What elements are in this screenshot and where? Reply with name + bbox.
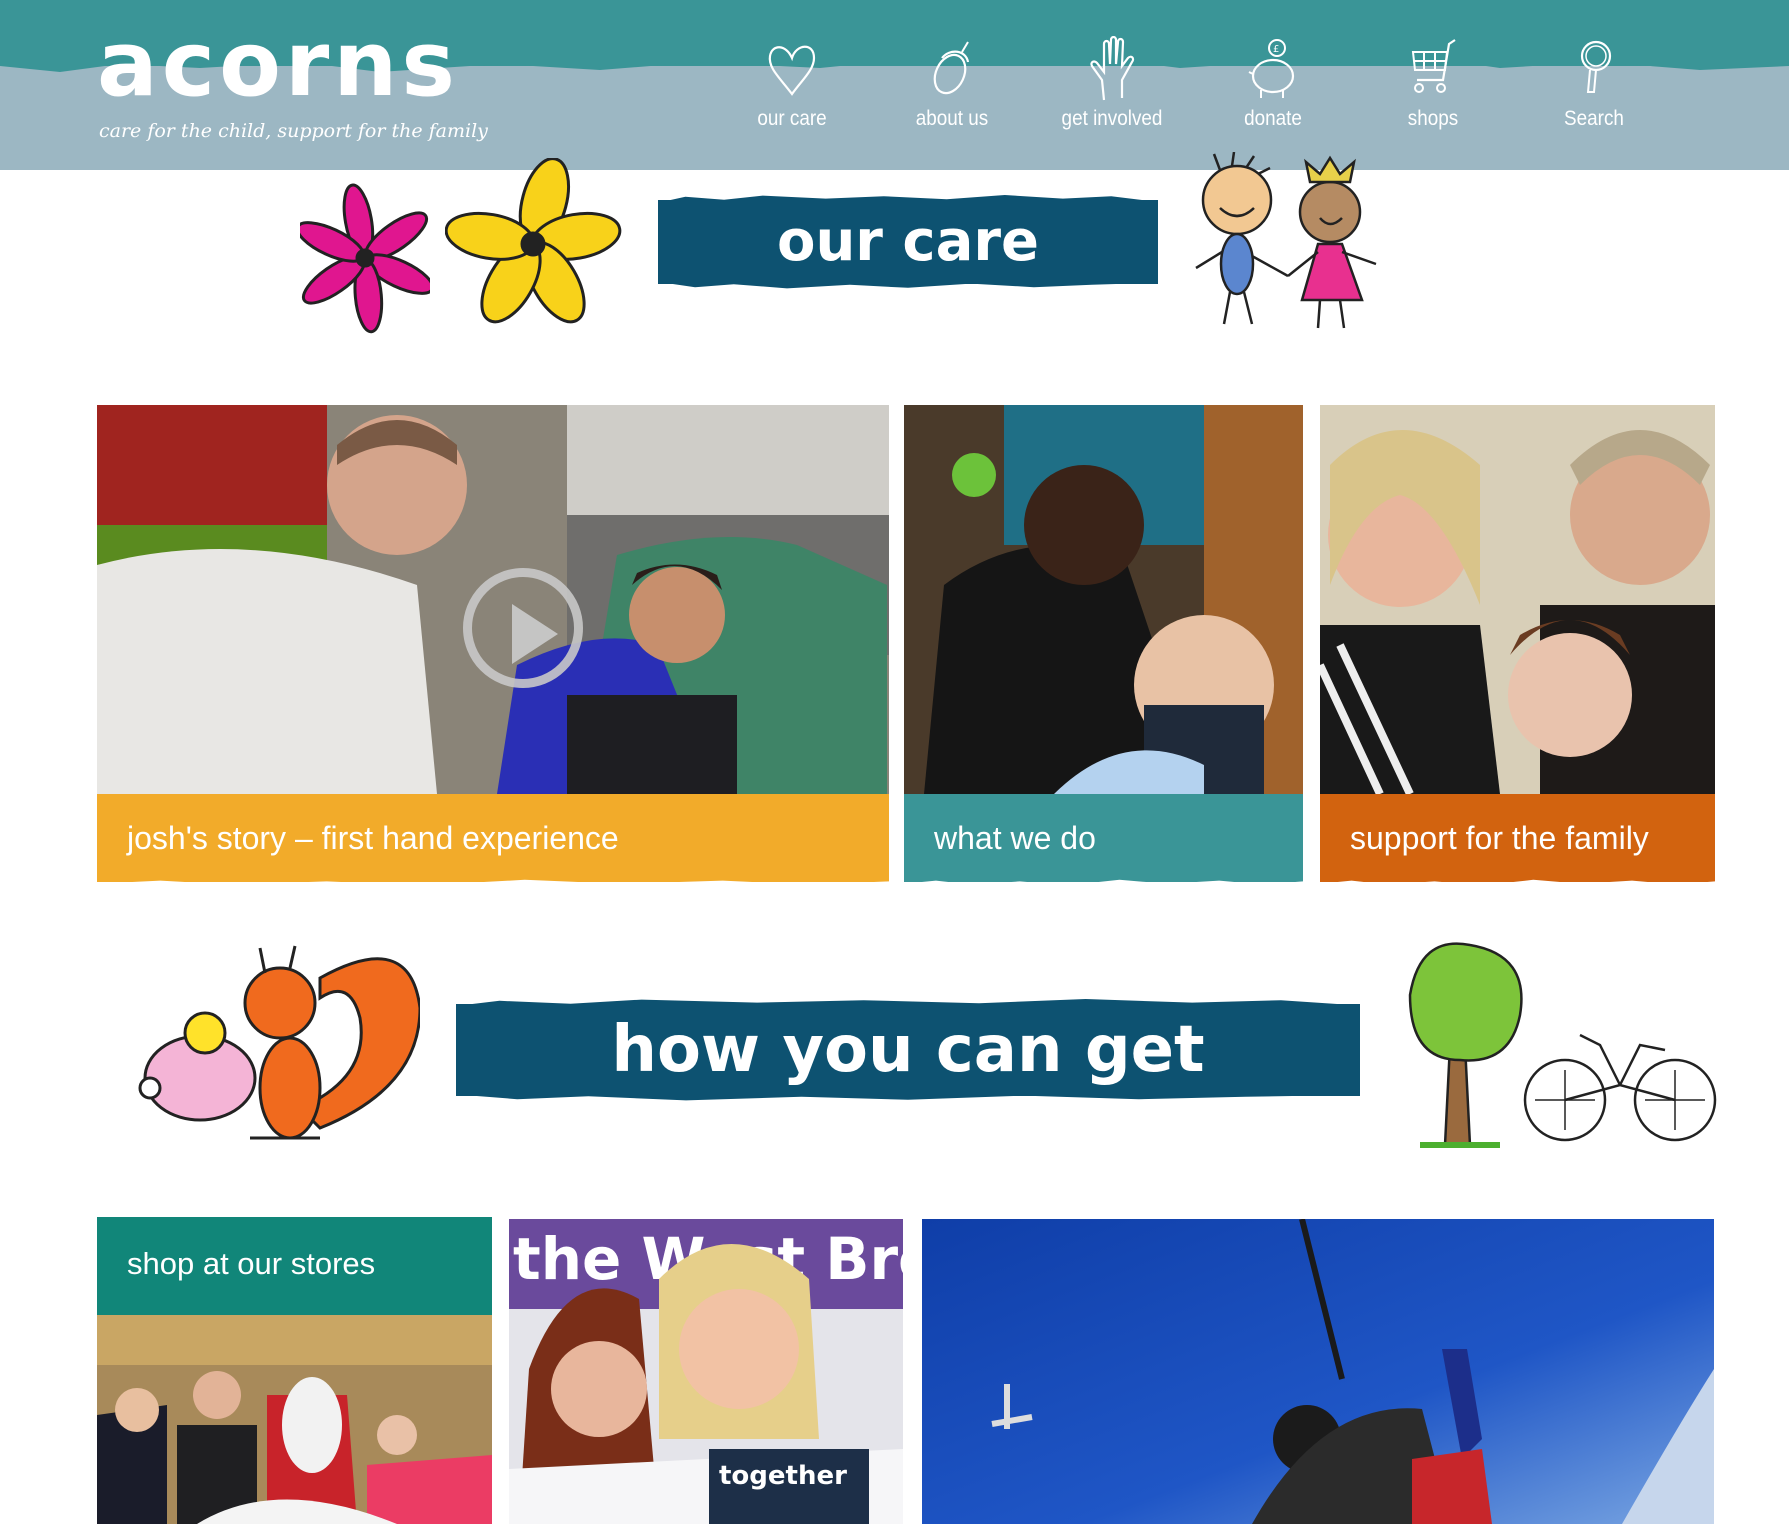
our-care-heading: our care <box>658 200 1158 284</box>
site-header: acorns care for the child, support for t… <box>0 0 1789 170</box>
acorn-icon <box>933 41 970 95</box>
card-skydive[interactable] <box>922 1219 1714 1524</box>
nav-label: about us <box>915 107 989 130</box>
card-caption: what we do <box>904 794 1303 882</box>
nav-donate[interactable]: £ donate <box>1198 36 1348 148</box>
yellow-flower-illustration <box>445 158 622 324</box>
nav-about-us[interactable]: about us <box>877 36 1027 148</box>
card-store-staff[interactable]: the West Brom together <box>509 1219 903 1524</box>
nav-our-care[interactable]: our care <box>717 36 867 148</box>
svg-text:£: £ <box>1273 44 1279 55</box>
stick-children-illustration <box>1195 152 1377 329</box>
nav-label: shops <box>1407 107 1459 130</box>
nav-label: donate <box>1244 107 1302 130</box>
nav-label: get involved <box>1061 107 1163 130</box>
store-staff-photo: the West Brom together <box>509 1219 903 1524</box>
hand-icon <box>1090 36 1135 101</box>
nav-get-involved[interactable]: get involved <box>1037 36 1187 148</box>
nav-label: our care <box>757 107 827 130</box>
video-play-button[interactable] <box>463 568 583 688</box>
tree-bicycle-illustration <box>1408 942 1717 1148</box>
squirrel-piggy-bank-illustration <box>138 945 420 1140</box>
get-involved-heading: how you can get involved <box>456 1004 1360 1179</box>
magnifier-icon <box>1580 40 1612 93</box>
nav-shops[interactable]: shops <box>1358 36 1508 148</box>
main-nav: our care about us get involved £ donate <box>0 36 1789 156</box>
card-joshs-story[interactable]: josh's story – first hand experience <box>97 405 889 887</box>
card-shop-at-our-stores[interactable]: shop at our stores <box>97 1217 492 1524</box>
nav-label: Search <box>1564 107 1624 130</box>
card-caption: shop at our stores <box>97 1217 492 1315</box>
support-family-photo <box>1320 405 1715 794</box>
skydive-photo <box>922 1219 1714 1524</box>
what-we-do-photo <box>904 405 1303 794</box>
heart-icon <box>768 45 816 96</box>
piggy-bank-icon: £ <box>1248 39 1295 98</box>
card-support-for-the-family[interactable]: support for the family <box>1320 405 1715 887</box>
shop-staff-photo <box>97 1315 492 1524</box>
card-caption: josh's story – first hand experience <box>97 794 889 882</box>
together-magazine-text: together <box>719 1461 847 1491</box>
nav-search[interactable]: Search <box>1519 36 1669 148</box>
pink-flower-illustration <box>300 183 430 334</box>
shopping-cart-icon <box>1411 39 1456 93</box>
card-what-we-do[interactable]: what we do <box>904 405 1303 887</box>
card-caption: support for the family <box>1320 794 1715 882</box>
